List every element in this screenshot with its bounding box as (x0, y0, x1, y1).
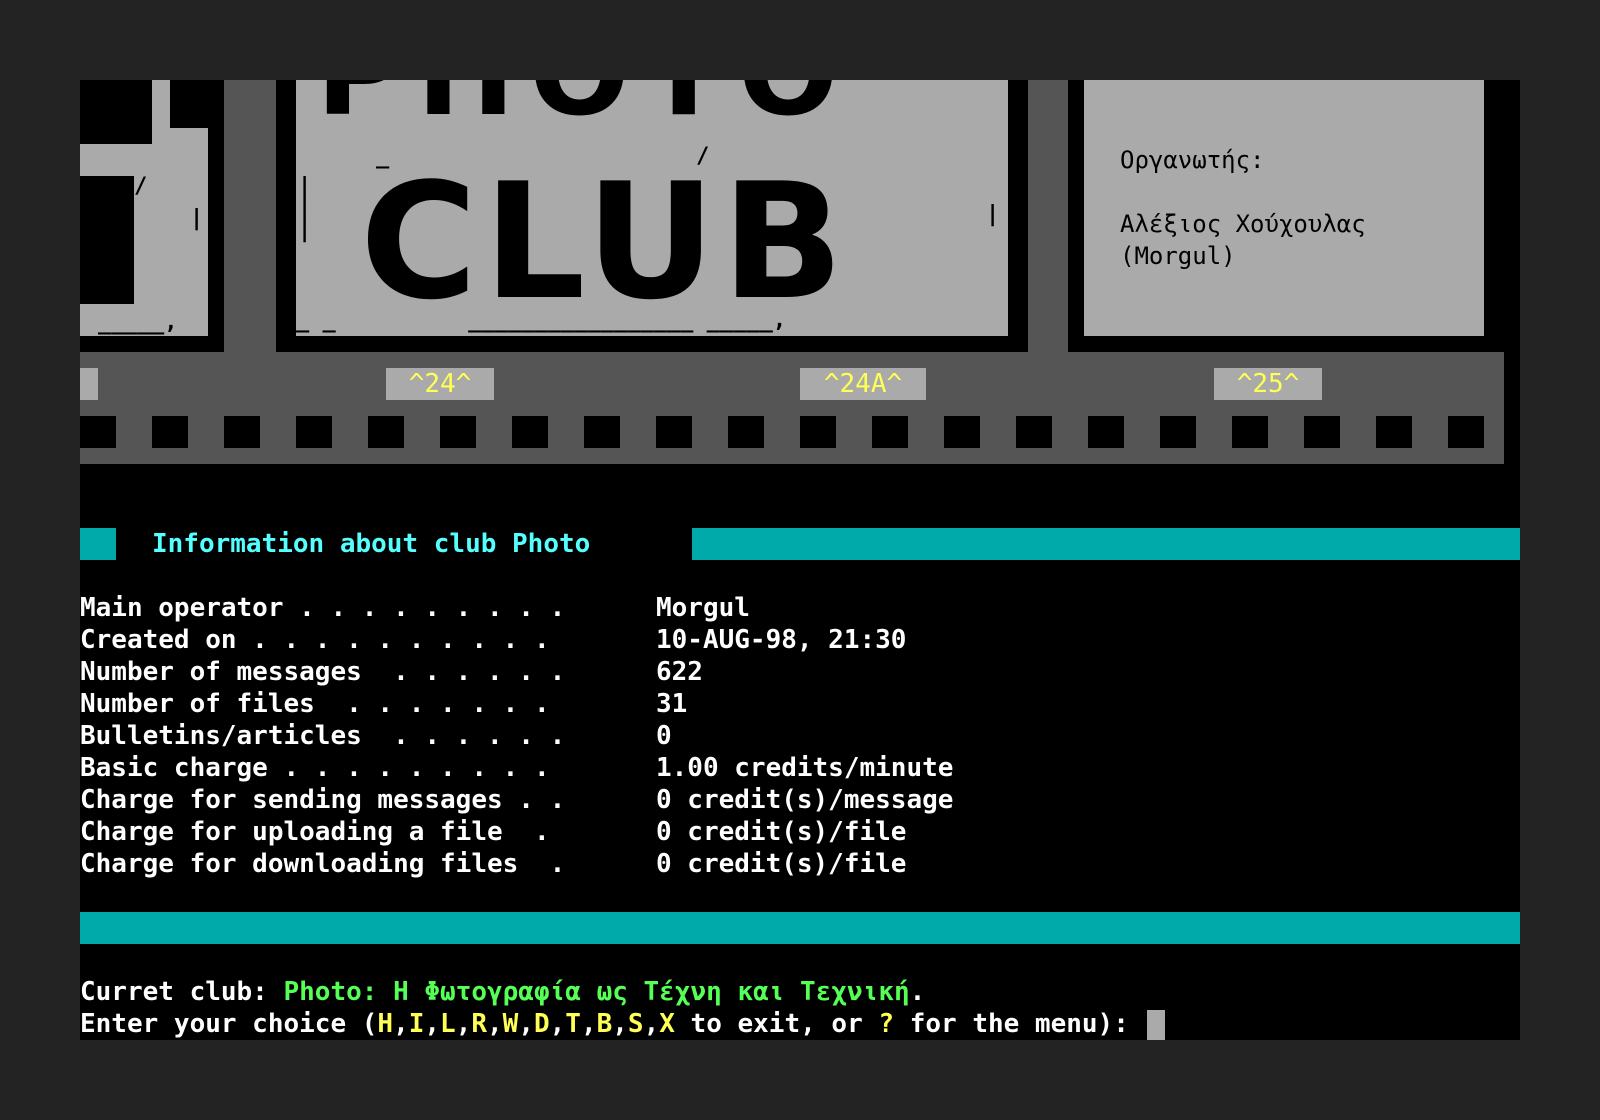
row-label: Number of files . . . . . . . (80, 689, 550, 719)
info-row-basic-charge: Basic charge . . . . . . . . . 1.00 credi… (80, 752, 953, 784)
frame-number-25: ^25^ (1214, 368, 1322, 400)
row-label: Charge for downloading files . (80, 849, 566, 879)
info-row-messages: Number of messages . . . . . . 622 (80, 656, 703, 688)
help-key: ? (878, 1009, 895, 1039)
command-prompt[interactable]: Enter your choice (H,I,L,R,W,D,T,B,S,X t… (80, 1008, 1165, 1040)
info-row-main-operator: Main operator . . . . . . . . . Morgul (80, 592, 750, 624)
row-label: Number of messages . . . . . . (80, 657, 566, 687)
row-label: Main operator . . . . . . . . . (80, 593, 566, 623)
choice-key-s: S (627, 1009, 644, 1039)
current-club-label: Curret club: (80, 977, 284, 1007)
sprocket-hole (800, 416, 836, 448)
row-label: Bulletins/articles . . . . . . (80, 721, 566, 751)
logo-fragment (80, 80, 152, 144)
current-club-period: . (909, 977, 926, 1007)
prompt-end: for the menu): (894, 1009, 1145, 1039)
frame-number-stub (80, 368, 98, 400)
frame-scratch: _____, (98, 310, 178, 335)
frame-scratch: | | | (298, 174, 312, 243)
row-value: 0 credit(s)/message (656, 785, 954, 815)
sprocket-hole (728, 416, 764, 448)
sprocket-hole (152, 416, 188, 448)
info-row-bulletins: Bulletins/articles . . . . . . 0 (80, 720, 672, 752)
row-label: Charge for uploading a file . (80, 817, 550, 847)
organizer-label: Οργανωτής: (1120, 146, 1265, 174)
row-value: 0 credit(s)/file (656, 817, 907, 847)
organizer-name: Αλέξιος Χούχουλας (1120, 210, 1366, 238)
row-label: Created on . . . . . . . . . . (80, 625, 550, 655)
sprocket-hole (1232, 416, 1268, 448)
row-value: 622 (656, 657, 703, 687)
terminal-screen: _____, / | PHOTO CLUB _ / | | | | _ _ __… (80, 80, 1520, 1040)
prompt-to-exit: to exit, or (674, 1009, 879, 1039)
banner-edge (1504, 80, 1520, 464)
banner-club-text: CLUB (360, 148, 850, 335)
sprocket-hole (1088, 416, 1124, 448)
row-value: 1.00 credits/minute (656, 753, 954, 783)
frame-scratch: | (190, 206, 204, 231)
sprocket-hole (224, 416, 260, 448)
frame-number-24a: ^24A^ (800, 368, 926, 400)
sprocket-hole (1016, 416, 1052, 448)
row-label: Basic charge . . . . . . . . . (80, 753, 550, 783)
current-club-name: Photo: Η Φωτογραφία ως Τέχνη και Τεχνική (283, 977, 910, 1007)
sprocket-hole (1448, 416, 1484, 448)
choice-key-w: W (502, 1009, 519, 1039)
sprocket-hole (512, 416, 548, 448)
frame-scratch: / (134, 174, 148, 199)
sprocket-hole (296, 416, 332, 448)
photo-club-banner: _____, / | PHOTO CLUB _ / | | | | _ _ __… (80, 80, 1520, 464)
prompt-start: Enter your choice ( (80, 1009, 378, 1039)
logo-fragment (80, 176, 134, 304)
frame-number-24: ^24^ (386, 368, 494, 400)
choice-key-i: I (408, 1009, 425, 1039)
sprocket-hole (1160, 416, 1196, 448)
choice-key-h: H (377, 1009, 394, 1039)
choice-key-t: T (565, 1009, 581, 1039)
sprocket-hole (440, 416, 476, 448)
footer-bar (80, 912, 1520, 944)
sprocket-hole (872, 416, 908, 448)
sprocket-hole (944, 416, 980, 448)
info-row-files: Number of files . . . . . . . 31 (80, 688, 687, 720)
sprocket-hole (1376, 416, 1412, 448)
sprocket-hole (80, 416, 116, 448)
row-value: 0 credit(s)/file (656, 849, 907, 879)
row-value: 0 (656, 721, 672, 751)
frame-border (208, 80, 224, 352)
banner-photo-text: PHOTO (316, 80, 852, 132)
info-title: Information about club Photo (152, 529, 591, 559)
row-value: 31 (656, 689, 688, 719)
sprocket-hole (1304, 416, 1340, 448)
info-row-charge-sending: Charge for sending messages . . 0 credit(… (80, 784, 953, 816)
frame-scratch: _ _ _________________ _____, (296, 308, 787, 333)
frame-scratch: / (696, 144, 710, 169)
organizer-nick: (Morgul) (1120, 242, 1236, 270)
text-cursor[interactable] (1146, 1009, 1165, 1040)
logo-fragment (170, 80, 208, 128)
info-row-created-on: Created on . . . . . . . . . . 10-AUG-98,… (80, 624, 906, 656)
choice-key-x: X (659, 1009, 675, 1039)
choice-key-d: D (533, 1009, 550, 1039)
sprocket-hole (656, 416, 692, 448)
row-value: 10-AUG-98, 21:30 (656, 625, 907, 655)
header-bar-right (692, 528, 1520, 560)
frame-scratch: | (986, 202, 1000, 227)
info-row-charge-downloading: Charge for downloading files . 0 credit(s… (80, 848, 906, 880)
frame-border (80, 336, 224, 352)
row-value: Morgul (656, 593, 750, 623)
info-row-charge-uploading: Charge for uploading a file . 0 credit(s)… (80, 816, 906, 848)
choice-key-b: B (596, 1009, 613, 1039)
sprocket-hole (584, 416, 620, 448)
choice-key-r: R (471, 1009, 488, 1039)
sprocket-hole (368, 416, 404, 448)
frame-scratch: _ (376, 144, 390, 169)
row-label: Charge for sending messages . . (80, 785, 566, 815)
choice-key-l: L (440, 1009, 456, 1039)
header-bar-left (80, 528, 116, 560)
current-club-line: Curret club: Photo: Η Φωτογραφία ως Τέχν… (80, 976, 925, 1008)
